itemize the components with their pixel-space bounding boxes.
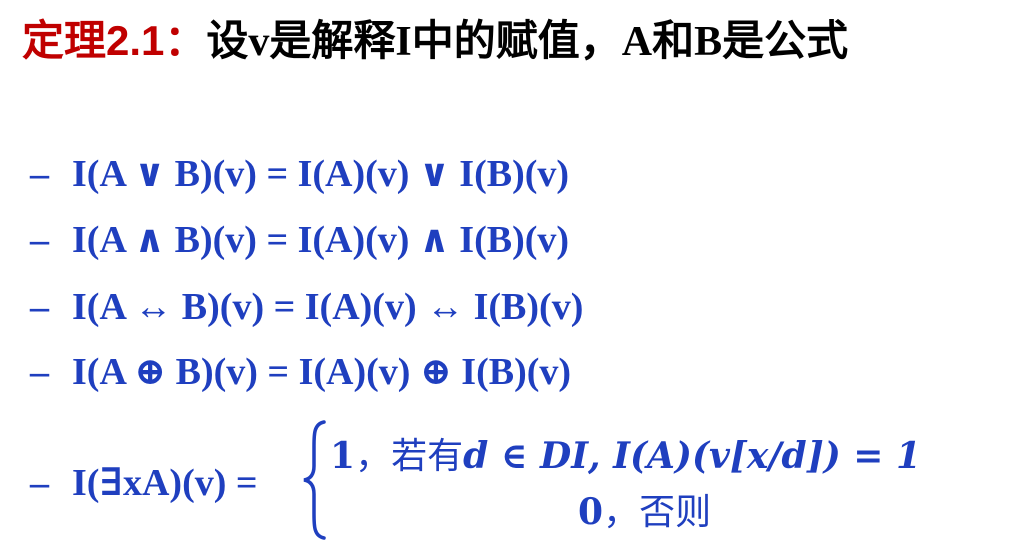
- bullet-dash: –: [30, 462, 49, 504]
- rule-or: – I(A ∨ B)(v) = I(A)(v) ∨ I(B)(v): [30, 152, 569, 196]
- case-false-sep: ，: [603, 492, 640, 533]
- case-true-condition: d ∈ DI, I(A)(v[x/d]) = 1: [463, 435, 922, 477]
- bullet-dash: –: [30, 286, 49, 328]
- case-true-sep: ，: [355, 436, 392, 477]
- rule-iff: – I(A ↔ B)(v) = I(A)(v) ↔ I(B)(v): [30, 285, 583, 329]
- left-brace-icon: [303, 420, 326, 540]
- rule-and-text: I(A ∧ B)(v) = I(A)(v) ∧ I(B)(v): [72, 219, 570, 261]
- case-true-value: 1: [330, 435, 356, 477]
- rule-xor-text: I(A ⊕ B)(v) = I(A)(v) ⊕ I(B)(v): [72, 351, 572, 393]
- rule-or-text: I(A ∨ B)(v) = I(A)(v) ∨ I(B)(v): [72, 153, 570, 195]
- rule-exists: – I(∃xA)(v) =: [30, 461, 258, 505]
- theorem-label: 定理2.1：: [22, 17, 207, 64]
- rule-xor: – I(A ⊕ B)(v) = I(A)(v) ⊕ I(B)(v): [30, 350, 571, 394]
- rule-exists-lhs: I(∃xA)(v) =: [72, 462, 258, 504]
- case-false-value: 0: [578, 491, 604, 533]
- bullet-dash: –: [30, 153, 49, 195]
- theorem-statement: 定理2.1：设v是解释I中的赋值，A和B是公式: [22, 14, 997, 69]
- case-true-word: 若有: [391, 436, 464, 477]
- case-false-word: 否则: [639, 492, 712, 533]
- theorem-text: 设v是解释I中的赋值，A和B是公式: [206, 19, 849, 65]
- case-false: 0，否则: [578, 490, 711, 535]
- rule-iff-text: I(A ↔ B)(v) = I(A)(v) ↔ I(B)(v): [72, 286, 584, 328]
- bullet-dash: –: [30, 219, 49, 261]
- case-true: 1，若有d ∈ DI, I(A)(v[x/d]) = 1: [330, 434, 921, 479]
- bullet-dash: –: [30, 351, 49, 393]
- rule-and: – I(A ∧ B)(v) = I(A)(v) ∧ I(B)(v): [30, 218, 569, 262]
